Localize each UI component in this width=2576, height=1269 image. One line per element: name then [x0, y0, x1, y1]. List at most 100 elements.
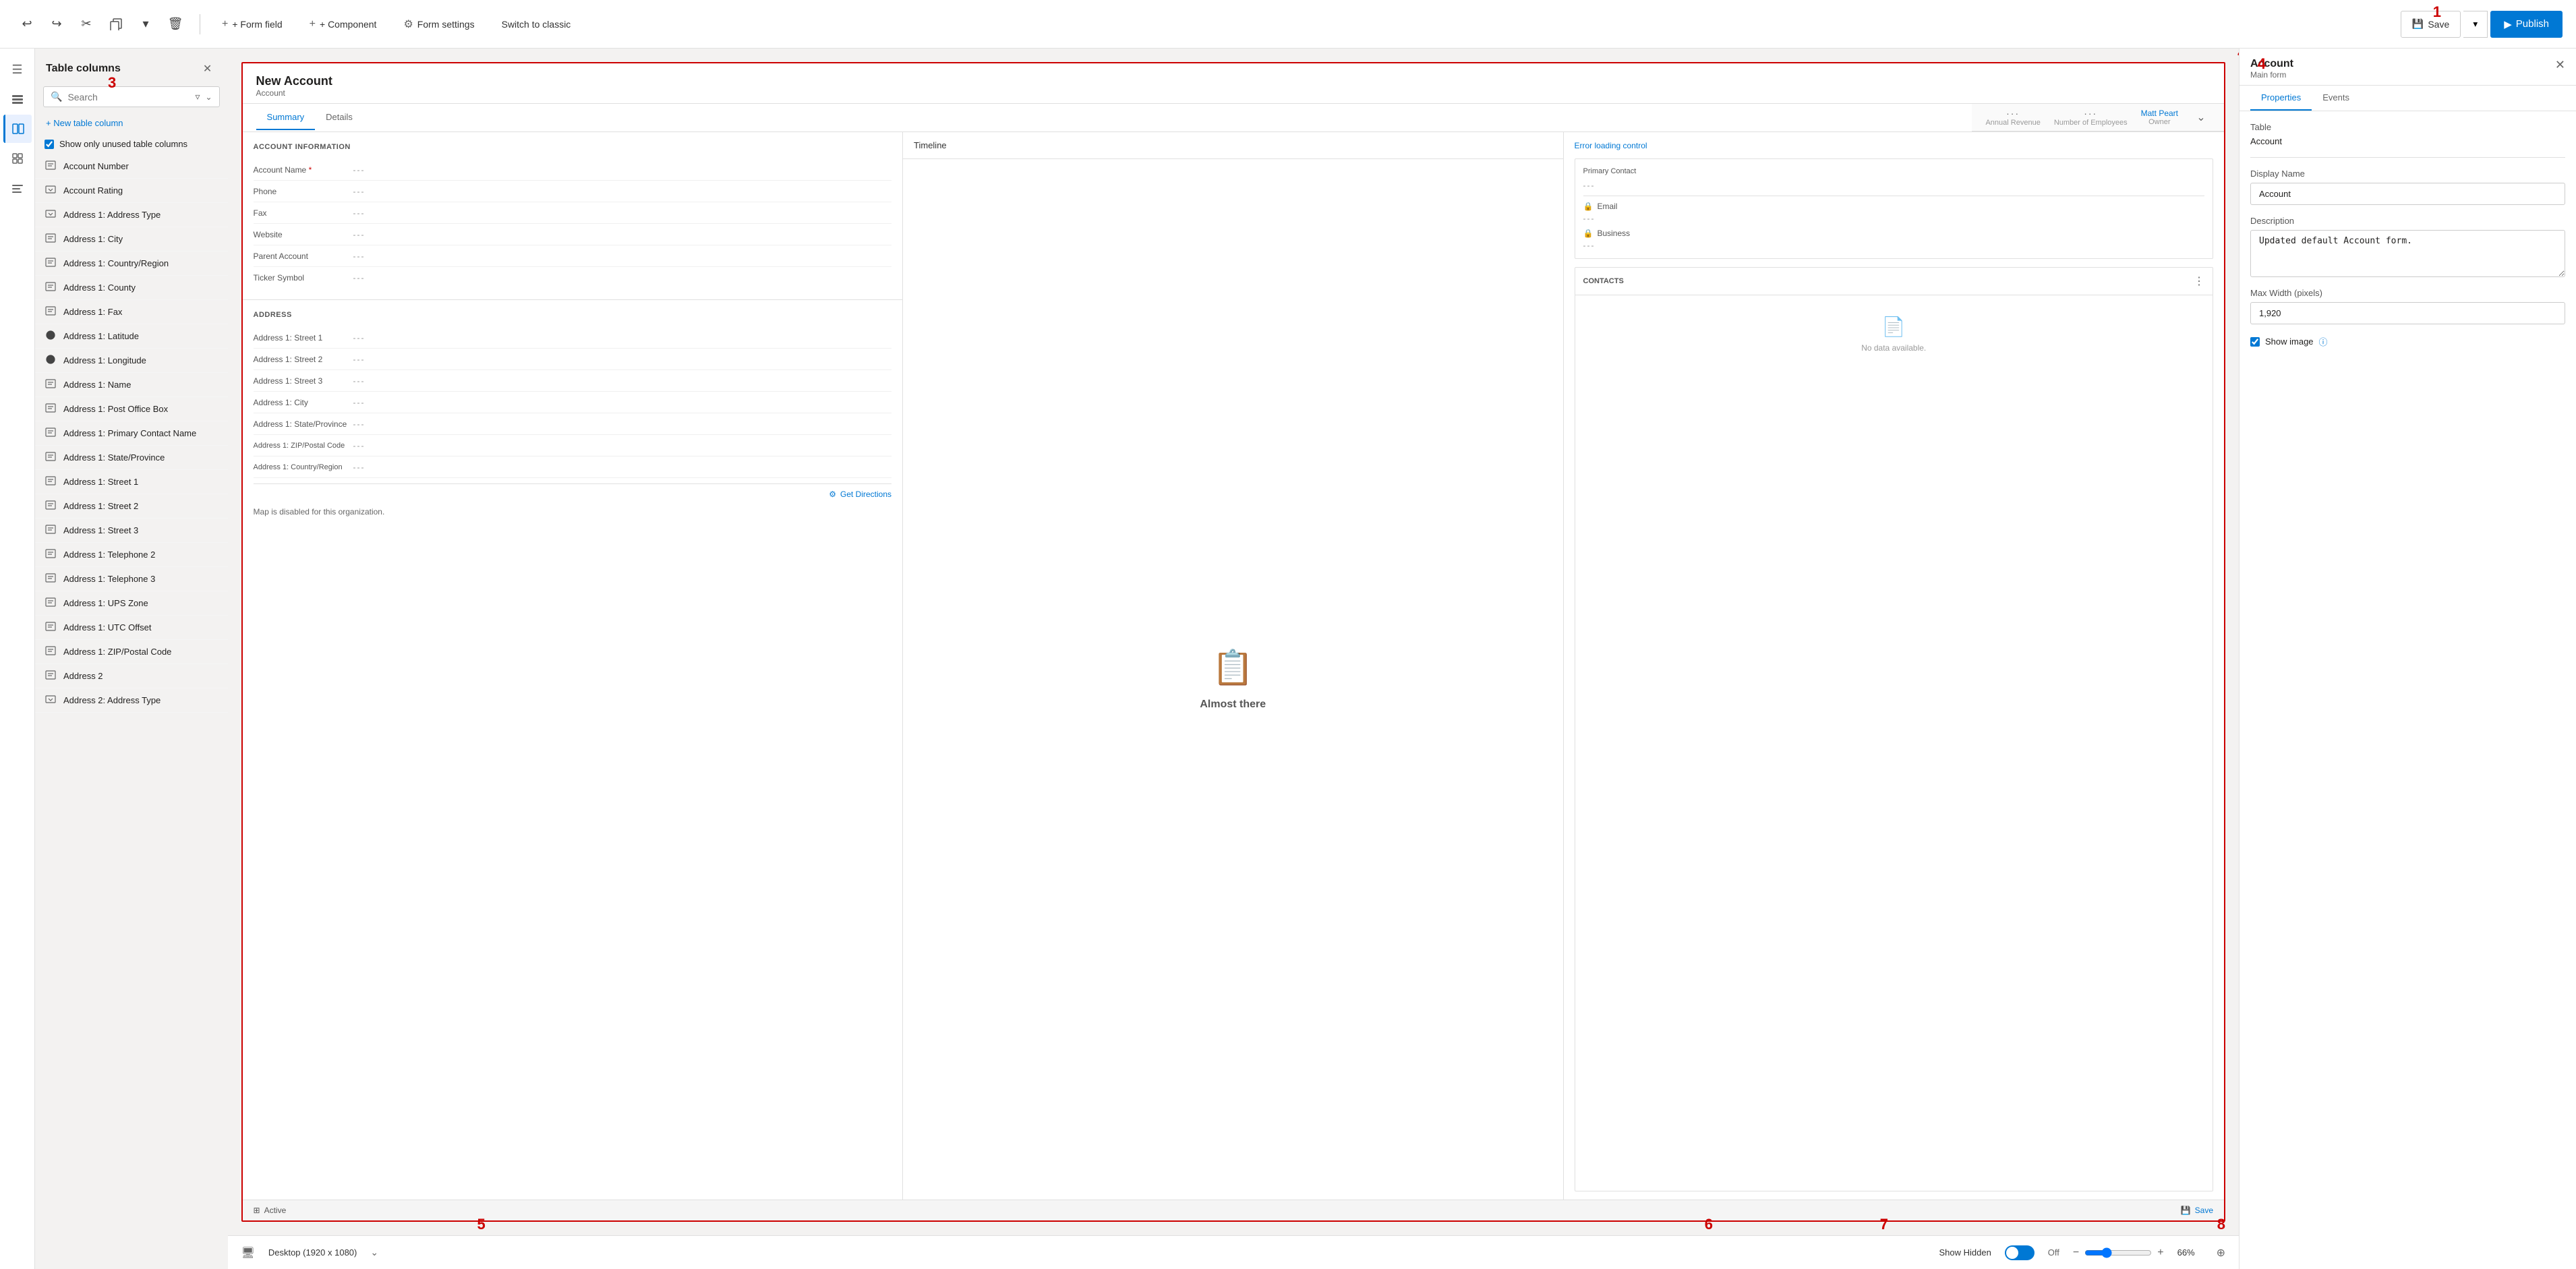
column-item[interactable]: Address 2: Address Type	[35, 688, 228, 713]
filter-icon[interactable]: ▿	[195, 91, 200, 102]
column-item[interactable]: Address 1: UPS Zone	[35, 591, 228, 616]
footer-right[interactable]: 💾 Save	[2181, 1206, 2213, 1215]
max-width-input[interactable]	[2250, 302, 2565, 324]
undo-button[interactable]: ↩	[13, 11, 40, 38]
sidebar-components-button[interactable]	[3, 144, 32, 173]
form-right-column: Error loading control Primary Contact --…	[1564, 132, 2224, 1200]
sidebar-columns-button[interactable]	[3, 115, 32, 143]
delete-button[interactable]: 🗑	[162, 11, 189, 38]
column-type-icon	[45, 427, 57, 440]
contacts-title: CONTACTS	[1583, 277, 1624, 285]
paste-arrow-button[interactable]: ▾	[132, 11, 159, 38]
divider-1	[2250, 157, 2565, 158]
zoom-slider[interactable]	[2084, 1247, 2152, 1258]
timeline-placeholder: 📋 Almost there	[903, 159, 1562, 1200]
cut-button[interactable]: ✂	[73, 11, 100, 38]
zoom-plus-button[interactable]: +	[2157, 1247, 2163, 1259]
badge-8: 8	[2217, 1216, 2225, 1233]
sidebar-layers-button[interactable]	[3, 85, 32, 113]
fit-to-screen-button[interactable]: ⊕	[2217, 1246, 2225, 1260]
column-item[interactable]: Address 1: Address Type	[35, 203, 228, 227]
form-expand-button[interactable]: ⌄	[2192, 108, 2211, 127]
column-type-icon	[45, 378, 57, 391]
save-button[interactable]: 💾 Save	[2401, 11, 2461, 38]
search-box[interactable]: 🔍 ▿ ⌄	[43, 86, 220, 107]
add-component-button[interactable]: + + Component	[299, 11, 388, 38]
form-settings-button[interactable]: ⚙ Form settings	[392, 11, 485, 38]
column-item[interactable]: Address 1: UTC Offset	[35, 616, 228, 640]
column-label: Address 2	[63, 671, 103, 681]
chevron-down-desktop[interactable]: ⌄	[370, 1247, 378, 1258]
column-label: Address 2: Address Type	[63, 695, 160, 705]
column-item[interactable]: Address 1: Street 3	[35, 519, 228, 543]
chevron-down-icon[interactable]: ⌄	[205, 92, 212, 102]
display-name-input[interactable]	[2250, 183, 2565, 205]
contacts-header: CONTACTS ⋮	[1575, 268, 2213, 295]
footer-save-label[interactable]: Save	[2195, 1206, 2213, 1215]
column-label: Address 1: Telephone 2	[63, 550, 155, 560]
column-item[interactable]: Address 1: Name	[35, 373, 228, 397]
primary-contact-label: Primary Contact	[1583, 167, 2204, 175]
sidebar-hamburger-button[interactable]: ☰	[3, 55, 32, 84]
column-item[interactable]: Address 1: Fax	[35, 300, 228, 324]
show-unused-checkbox[interactable]	[45, 140, 54, 149]
tab-summary[interactable]: Summary	[256, 105, 316, 130]
column-item[interactable]: Address 1: Primary Contact Name	[35, 421, 228, 446]
show-image-checkbox[interactable]	[2250, 337, 2260, 347]
error-loading-link[interactable]: Error loading control	[1575, 141, 1647, 150]
column-item[interactable]: Account Number	[35, 154, 228, 179]
description-textarea[interactable]: Updated default Account form.	[2250, 230, 2565, 277]
column-item[interactable]: Address 1: County	[35, 276, 228, 300]
redo-button[interactable]: ↪	[43, 11, 70, 38]
tab-events[interactable]: Events	[2312, 86, 2360, 111]
publish-button[interactable]: ▶ Publish	[2490, 11, 2563, 38]
column-label: Address 1: Longitude	[63, 355, 146, 365]
column-item[interactable]: Address 1: Longitude	[35, 349, 228, 373]
column-item[interactable]: Address 2	[35, 664, 228, 688]
column-item[interactable]: Address 1: Latitude	[35, 324, 228, 349]
new-table-column-button[interactable]: + New table column	[35, 113, 228, 134]
column-item[interactable]: Address 1: Telephone 2	[35, 543, 228, 567]
column-item[interactable]: Address 1: Telephone 3	[35, 567, 228, 591]
toolbar: ↩ ↪ ✂ ▾ 🗑 + + Form field + + Component ⚙…	[0, 0, 2576, 49]
tab-properties[interactable]: Properties	[2250, 86, 2312, 111]
gear-icon: ⚙	[403, 18, 413, 31]
prop-description-label: Description	[2250, 216, 2565, 226]
column-item[interactable]: Account Rating	[35, 179, 228, 203]
field-street3: Address 1: Street 3 ---	[254, 370, 891, 392]
field-ticker-symbol: Ticker Symbol ---	[254, 267, 891, 289]
get-directions-button[interactable]: ⚙ Get Directions	[254, 483, 891, 504]
address-title: ADDRESS	[254, 311, 891, 319]
owner-link[interactable]: Matt Peart	[2141, 109, 2178, 118]
copy-button[interactable]	[103, 11, 129, 38]
timeline-label: Timeline	[903, 132, 1562, 159]
contacts-menu-button[interactable]: ⋮	[2194, 274, 2204, 288]
show-hidden-toggle[interactable]	[2005, 1245, 2035, 1260]
column-item[interactable]: Address 1: ZIP/Postal Code	[35, 640, 228, 664]
save-dropdown-button[interactable]: ▾	[2463, 11, 2488, 38]
field-fax: Fax ---	[254, 202, 891, 224]
gear-icon-directions: ⚙	[829, 490, 836, 499]
sidebar-tree-button[interactable]	[3, 174, 32, 202]
tab-details[interactable]: Details	[315, 105, 363, 130]
column-item[interactable]: Address 1: City	[35, 227, 228, 252]
error-control[interactable]: Error loading control	[1564, 132, 2224, 158]
column-item[interactable]: Address 1: Street 2	[35, 494, 228, 519]
column-item[interactable]: Address 1: Post Office Box	[35, 397, 228, 421]
close-sidebar-button[interactable]: ✕	[198, 59, 217, 78]
column-item[interactable]: Address 1: Street 1	[35, 470, 228, 494]
search-input[interactable]	[67, 92, 189, 102]
badge-6: 6	[1705, 1216, 1713, 1233]
owner-label: Owner	[2148, 118, 2170, 126]
show-unused-checkbox-row[interactable]: Show only unused table columns	[35, 134, 228, 154]
column-item[interactable]: Address 1: State/Province	[35, 446, 228, 470]
column-label: Account Rating	[63, 185, 123, 196]
column-item[interactable]: Address 1: Country/Region	[35, 252, 228, 276]
add-form-field-button[interactable]: + + Form field	[211, 11, 293, 38]
switch-classic-button[interactable]: Switch to classic	[491, 11, 582, 38]
form-editor[interactable]: New Account Account Summary Details ··· …	[241, 62, 2225, 1222]
info-icon[interactable]: ⓘ	[2319, 335, 2328, 348]
right-panel-close-button[interactable]: ✕	[2555, 58, 2565, 72]
zoom-minus-button[interactable]: −	[2073, 1247, 2079, 1259]
prop-max-width: Max Width (pixels)	[2250, 288, 2565, 324]
